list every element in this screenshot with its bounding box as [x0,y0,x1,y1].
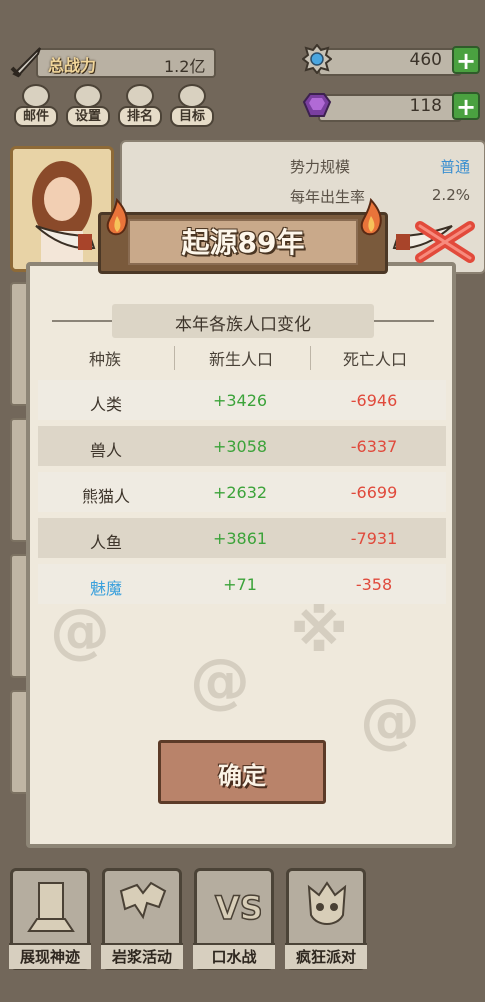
column-header-race: 种族 [88,350,121,369]
resource-crystal: 460 + [300,44,480,76]
table-row: 人鱼 +3861 -7931 [38,518,446,558]
party-mask-icon [307,881,347,925]
table-row: 熊猫人 +2632 -6699 [38,472,446,512]
mail-button[interactable]: 邮件 [14,84,58,128]
mail-icon [22,84,50,108]
crystal-count: 460 [409,50,442,70]
born-count: +71 [223,575,257,594]
confirm-label: 确定 [218,762,266,790]
born-count: +3861 [212,529,268,548]
flame-icon [360,198,382,236]
table-row: 魅魔 +71 -358 [38,564,446,604]
column-header-born: 新生人口 [208,350,273,369]
died-count: -7931 [350,529,398,548]
born-count: +2632 [212,483,268,502]
died-count: -6946 [350,391,398,410]
column-header-died: 死亡人口 [342,350,407,369]
stat-label: 每年出生率 [290,188,366,206]
purple-gem-icon [302,93,332,117]
gear-icon [74,84,102,108]
gem-count: 118 [409,96,442,116]
versus-icon: VS [214,888,261,928]
dialog-title: 起源89年 [181,226,305,259]
dialog-subtitle: 本年各族人口变化 [175,315,311,335]
stat-value: 2.2% [431,186,470,204]
ranking-button[interactable]: 排名 [118,84,162,128]
miracle-button[interactable]: 展现神迹 [9,868,91,970]
svg-text:VS: VS [215,889,261,927]
table-row: 人类 +3426 -6946 [38,380,446,420]
stat-label: 势力规模 [290,158,351,176]
target-button[interactable]: 目标 [170,84,214,128]
add-gem-button[interactable]: + [452,92,480,120]
party-button[interactable]: 疯狂派对 [285,868,367,970]
lava-button[interactable]: 岩浆活动 [101,868,183,970]
race-name: 人鱼 [89,533,122,552]
born-count: +3058 [212,437,268,456]
add-crystal-button[interactable]: + [452,46,480,74]
sword-icon [10,47,41,78]
horn-icon [35,225,96,250]
total-power-bar: 总战力 1.2亿 [8,44,216,78]
race-name: 熊猫人 [81,487,130,506]
lava-icon [119,881,167,920]
died-count: -6337 [350,437,398,456]
died-count: -358 [355,575,393,594]
settings-button[interactable]: 设置 [66,84,110,128]
stat-value: 普通 [439,158,470,176]
versus-button[interactable]: VS 口水战 [193,868,275,970]
power-label: 总战力 [48,56,97,75]
gear-crystal-icon [302,44,332,74]
miracle-icon [27,882,75,932]
target-icon [178,84,206,108]
ranking-icon [126,84,154,108]
race-name: 魅魔 [89,579,122,598]
table-row: 兽人 +3058 -6337 [38,426,446,466]
power-value: 1.2亿 [164,57,206,76]
died-count: -6699 [350,483,398,502]
race-name: 人类 [89,395,122,414]
close-icon[interactable] [414,218,476,266]
born-count: +3426 [212,391,268,410]
race-name: 兽人 [89,441,122,460]
resource-gem: 118 + [300,92,480,122]
